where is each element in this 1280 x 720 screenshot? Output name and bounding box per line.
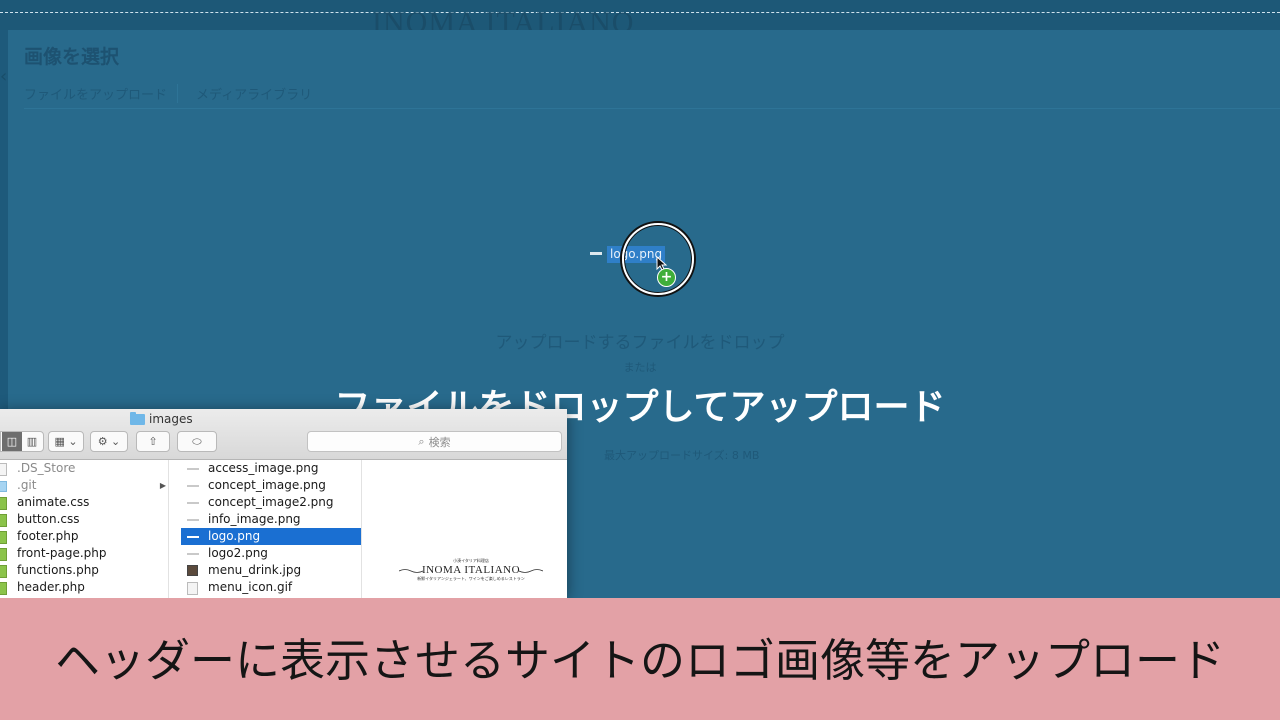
chevron-left-icon[interactable]: ‹	[0, 66, 7, 87]
finder-window: images ◫ ▥ ▦ ⌄ ⚙ ⌄ ⇧ ⬭ ⌕ 検索 .DS_Store .gi…	[0, 409, 567, 598]
file-name: front-page.php	[17, 546, 107, 560]
file-name: logo.png	[208, 529, 261, 543]
folder-icon	[130, 411, 145, 425]
file-name: concept_image2.png	[208, 495, 334, 509]
finder-item-row[interactable]: .DS_Store	[0, 460, 168, 477]
modal-title: 画像を選択	[24, 46, 120, 68]
finder-item-row[interactable]: button.css	[0, 511, 168, 528]
file-name: button.css	[17, 512, 80, 526]
share-button[interactable]: ⇧	[136, 431, 170, 452]
file-icon	[0, 582, 7, 595]
finder-item-row[interactable]: footer.php	[0, 528, 168, 545]
file-icon	[0, 514, 7, 527]
finder-item-row[interactable]: logo2.png	[181, 545, 361, 562]
finder-item-row[interactable]: concept_image.png	[181, 477, 361, 494]
tab-media-library[interactable]: メディアライブラリ	[196, 84, 312, 103]
file-name: menu_drink.jpg	[208, 563, 302, 577]
grid-icon: ▦ ⌄	[54, 435, 78, 448]
logo-preview-image: 小湊イタリア料理店 INOMA ITALIANO 新鮮イタリアンジェラート、ワイ…	[399, 558, 543, 582]
dashed-border	[0, 12, 1280, 13]
finder-item-row[interactable]: functions.php	[0, 562, 168, 579]
tabs-divider	[24, 108, 1280, 109]
file-name: access_image.png	[208, 461, 319, 475]
caption-text: ヘッダーに表示させるサイトのロゴ画像等をアップロード	[54, 634, 1225, 687]
tag-icon: ⬭	[192, 434, 202, 448]
modal-tabs: ファイルをアップロード メディアライブラリ	[24, 84, 330, 103]
ornament-left-icon	[399, 569, 423, 573]
finder-item-row[interactable]: menu_icon.gif	[181, 579, 361, 596]
columns-view-icon[interactable]: ◫	[2, 432, 22, 451]
drag-file-icon	[590, 252, 602, 255]
file-icon	[187, 502, 199, 504]
file-name: concept_image.png	[208, 478, 326, 492]
arrange-button[interactable]: ▦ ⌄	[48, 431, 84, 452]
file-icon	[187, 536, 199, 538]
file-name: functions.php	[17, 563, 99, 577]
coverflow-view-icon[interactable]: ▥	[22, 435, 42, 448]
folder-icon	[0, 481, 7, 492]
tags-button[interactable]: ⬭	[177, 431, 217, 452]
file-name: .DS_Store	[17, 461, 76, 475]
search-field[interactable]: ⌕ 検索	[307, 431, 562, 452]
logo-preview-tagline: 新鮮イタリアンジェラート、ワインをご楽しめるレストラン	[417, 576, 525, 581]
share-icon: ⇧	[148, 435, 158, 448]
file-icon	[0, 497, 7, 510]
finder-item-row[interactable]: concept_image2.png	[181, 494, 361, 511]
search-placeholder: 検索	[428, 435, 451, 449]
file-name: header.php	[17, 580, 85, 594]
finder-preview-column: 小湊イタリア料理店 INOMA ITALIANO 新鮮イタリアンジェラート、ワイ…	[373, 460, 567, 598]
finder-column-images: access_image.png concept_image.pngconcept…	[181, 460, 362, 598]
file-icon	[0, 548, 7, 561]
finder-item-row[interactable]: logo.png	[181, 528, 361, 545]
file-name: footer.php	[17, 529, 79, 543]
finder-item-row[interactable]: animate.css	[0, 494, 168, 511]
finder-toolbar: images ◫ ▥ ▦ ⌄ ⚙ ⌄ ⇧ ⬭ ⌕ 検索	[0, 409, 567, 460]
drop-instructions: アップロードするファイルをドロップ	[495, 333, 785, 353]
gear-icon: ⚙ ⌄	[97, 435, 121, 448]
finder-item-row[interactable]: menu_drink.jpg	[181, 562, 361, 579]
file-icon	[0, 463, 7, 476]
finder-item-row[interactable]: access_image.png	[181, 460, 361, 477]
action-button[interactable]: ⚙ ⌄	[90, 431, 128, 452]
file-icon	[0, 531, 7, 544]
file-name: logo2.png	[208, 546, 268, 560]
caption-bar: ヘッダーに表示させるサイトのロゴ画像等をアップロード	[0, 598, 1280, 720]
drop-or-text: または	[623, 361, 657, 374]
file-icon	[187, 582, 198, 595]
view-mode-segment[interactable]: ◫ ▥	[0, 431, 44, 452]
file-icon	[0, 565, 7, 578]
file-icon	[187, 519, 199, 521]
search-icon: ⌕	[418, 434, 425, 448]
copy-plus-icon: +	[657, 268, 676, 287]
site-header: INOMA ITALIANO	[0, 0, 1280, 39]
disclosure-arrow-icon: ▶	[159, 481, 166, 490]
finder-item-row[interactable]: front-page.php	[0, 545, 168, 562]
ornament-right-icon	[519, 569, 543, 573]
finder-item-row[interactable]: info_image.png	[181, 511, 361, 528]
file-icon	[187, 485, 199, 487]
finder-item-row[interactable]: header.php	[0, 579, 168, 596]
max-upload-size: 最大アップロードサイズ: 8 MB	[604, 449, 760, 462]
finder-item-row[interactable]: .git ▶	[0, 477, 168, 494]
file-name: animate.css	[17, 495, 90, 509]
file-name: .git	[17, 478, 37, 492]
file-icon	[187, 468, 199, 470]
file-name: menu_icon.gif	[208, 580, 293, 594]
file-name: info_image.png	[208, 512, 301, 526]
finder-title: images	[130, 411, 193, 426]
file-icon	[187, 553, 199, 555]
tab-upload-files[interactable]: ファイルをアップロード	[24, 84, 179, 103]
finder-column-parent: .DS_Store .git ▶ animate.css button.css foote…	[0, 460, 169, 598]
finder-title-label: images	[149, 412, 193, 426]
file-icon	[187, 565, 198, 576]
